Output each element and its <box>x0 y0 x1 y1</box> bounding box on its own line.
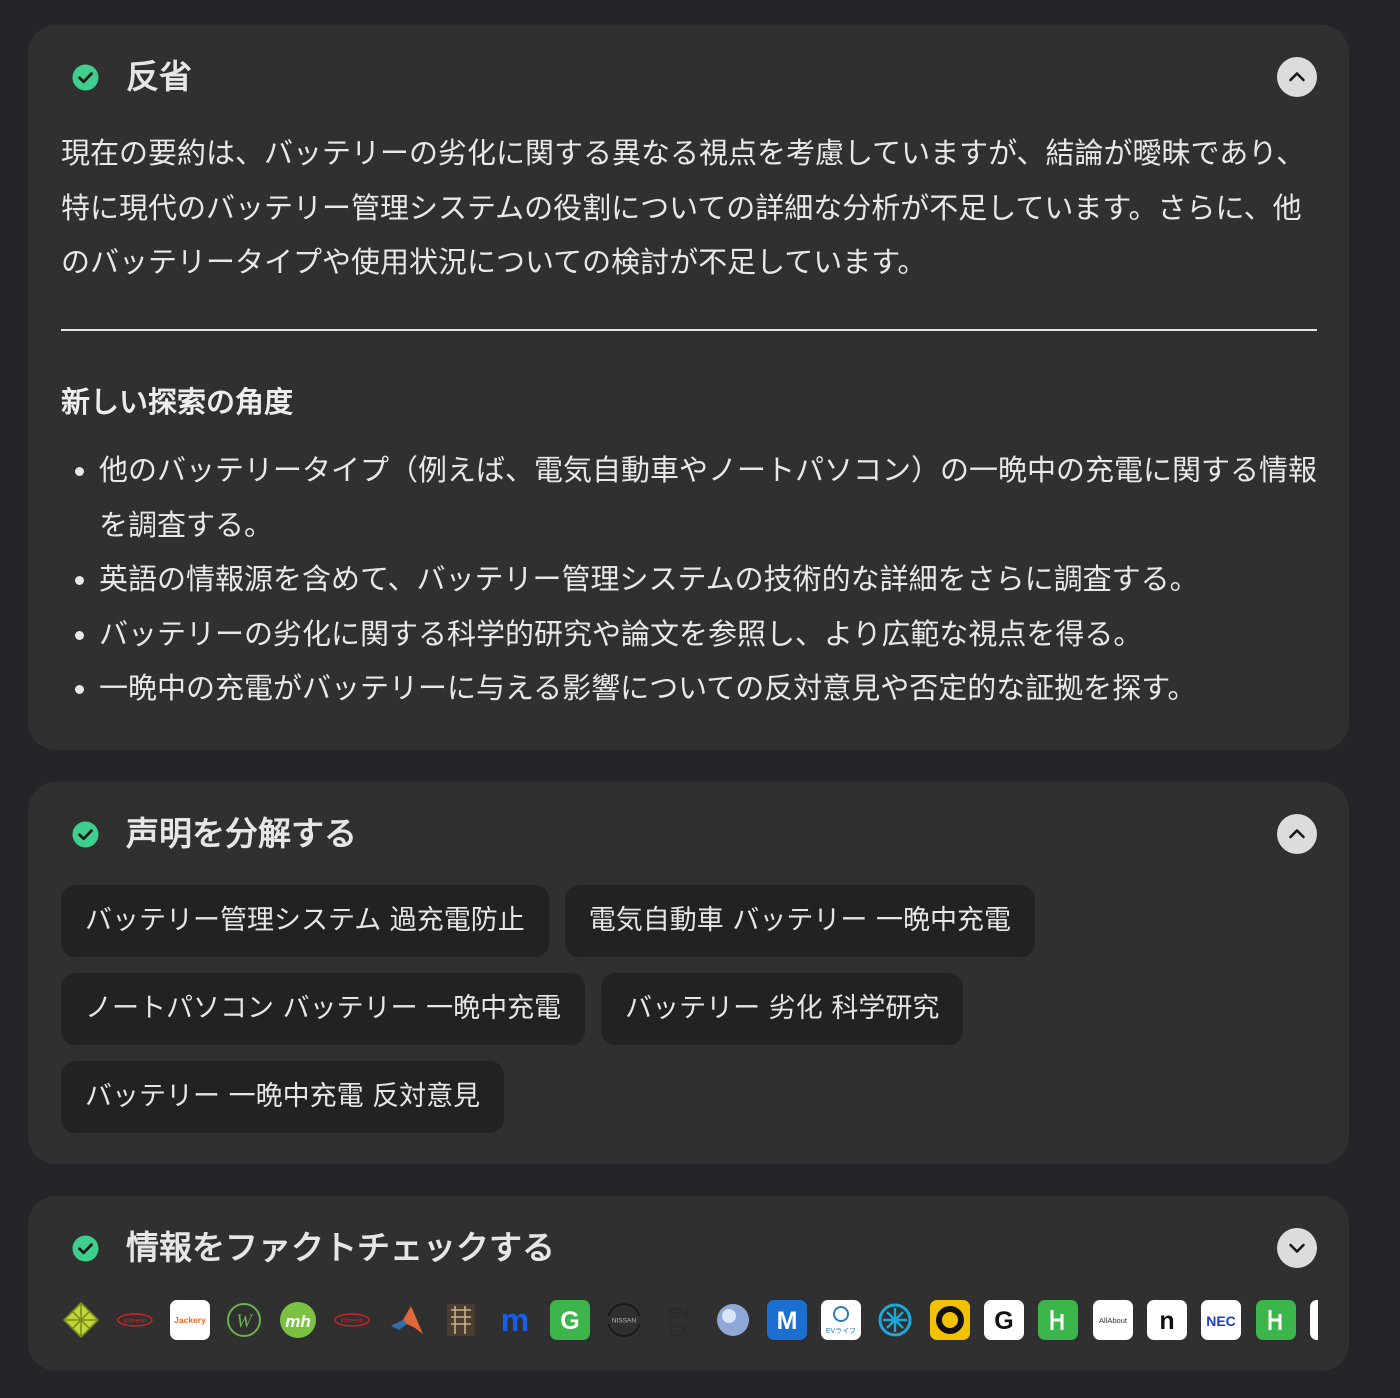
svg-text:n: n <box>1159 1307 1174 1335</box>
m-square-logo-icon[interactable]: M <box>766 1300 807 1340</box>
nissan-logo-icon[interactable]: NISSAN <box>604 1300 644 1340</box>
infineon-logo-icon[interactable]: infineon <box>332 1300 372 1340</box>
decompose-title: 声明を分解する <box>126 814 357 853</box>
list-item: 英語の情報源を含めて、バッテリー管理システムの技術的な詳細をさらに調査する。 <box>61 552 1323 607</box>
list-item: バッテリーの劣化に関する科学的研究や論文を参照し、より広範な視点を得る。 <box>61 607 1323 662</box>
query-chip[interactable]: バッテリー管理システム 過充電防止 <box>61 885 549 957</box>
infineon-logo-icon[interactable]: infineon <box>115 1300 155 1340</box>
svg-text:NISSAN: NISSAN <box>612 1318 637 1325</box>
svg-text:EX: EX <box>668 1323 688 1340</box>
decompose-header[interactable]: 声明を分解する <box>28 782 1349 886</box>
list-item: 他のバッテリータイプ（例えば、電気自動車やノートパソコン）の一晩中の充電に関する… <box>61 443 1323 552</box>
factcheck-card: 情報をファクトチェックする infineon Jackery Wmh infineon… <box>28 1196 1349 1371</box>
h-green-logo-icon[interactable] <box>1038 1300 1079 1340</box>
check-circle-icon <box>72 64 99 91</box>
check-circle-icon <box>72 1235 99 1262</box>
collapse-toggle-button[interactable] <box>1277 57 1317 97</box>
svg-text:infineon: infineon <box>341 1318 364 1325</box>
partial-logo-icon[interactable] <box>1309 1300 1318 1340</box>
svg-text:G: G <box>994 1307 1013 1335</box>
expand-toggle-button[interactable] <box>1277 1228 1317 1268</box>
source-favicon-list: infineon Jackery Wmh infineon m G NISSAN EN EX M E… <box>61 1298 1318 1342</box>
query-chip-list: バッテリー管理システム 過充電防止 電気自動車 バッテリー 一晩中充電 ノートパ… <box>61 885 1321 1133</box>
query-chip[interactable]: 電気自動車 バッテリー 一晩中充電 <box>564 885 1035 957</box>
h-green-logo-icon[interactable] <box>1255 1300 1296 1340</box>
allabout-logo-icon[interactable]: AllAbout <box>1092 1300 1133 1340</box>
g-green-logo-icon[interactable]: G <box>549 1300 590 1340</box>
svg-text:Jackery: Jackery <box>174 1315 206 1325</box>
g-white-logo-icon[interactable]: G <box>984 1300 1025 1340</box>
mh-green-logo-icon[interactable]: mh <box>278 1300 318 1340</box>
jackery-logo-icon[interactable]: Jackery <box>169 1300 210 1340</box>
svg-text:W: W <box>236 1311 254 1332</box>
chevron-down-icon <box>1289 1243 1305 1253</box>
list-item: 一晩中の充電がバッテリーに与える影響についての反対意見や否定的な証拠を探す。 <box>61 661 1323 716</box>
svg-text:EN: EN <box>668 1305 689 1322</box>
divider <box>61 329 1317 331</box>
svg-text:EVライフ: EVライフ <box>826 1327 856 1335</box>
ring-yellow-logo-icon[interactable] <box>929 1300 970 1340</box>
check-circle-icon <box>72 821 99 848</box>
svg-text:G: G <box>560 1307 579 1335</box>
globe-logo-icon[interactable] <box>713 1300 753 1340</box>
n-white-logo-icon[interactable]: n <box>1146 1300 1187 1340</box>
collapse-toggle-button[interactable] <box>1277 814 1317 854</box>
new-angles-heading: 新しい探索の角度 <box>61 385 294 419</box>
chevron-up-icon <box>1289 72 1305 82</box>
spark-logo-icon[interactable] <box>875 1300 915 1340</box>
svg-text:NEC: NEC <box>1206 1313 1236 1329</box>
reflection-summary: 現在の要約は、バッテリーの劣化に関する異なる視点を考慮していますが、結論が曖昧で… <box>61 136 1306 279</box>
factcheck-title: 情報をファクトチェックする <box>126 1228 555 1267</box>
diamond-grid-logo-icon[interactable] <box>61 1300 101 1340</box>
svg-text:m: m <box>501 1302 529 1338</box>
reflection-title: 反省 <box>126 57 192 96</box>
m-blue-logo-icon[interactable]: m <box>495 1300 535 1340</box>
ev-life-logo-icon[interactable]: EVライフ <box>821 1300 862 1340</box>
svg-text:infineon: infineon <box>124 1318 147 1325</box>
query-chip[interactable]: ノートパソコン バッテリー 一晩中充電 <box>61 973 586 1045</box>
svg-text:M: M <box>776 1307 797 1335</box>
reflection-header[interactable]: 反省 <box>28 25 1349 129</box>
matlab-logo-icon[interactable] <box>387 1300 427 1340</box>
svg-text:AllAbout: AllAbout <box>1099 1316 1128 1325</box>
chevron-up-icon <box>1289 829 1305 839</box>
w-circle-logo-icon[interactable]: W <box>224 1300 264 1340</box>
kanji-logo-icon[interactable] <box>441 1300 481 1340</box>
reflection-card: 反省 現在の要約は、バッテリーの劣化に関する異なる視点を考慮していますが、結論が… <box>28 25 1349 750</box>
svg-text:mh: mh <box>285 1312 311 1331</box>
query-chip[interactable]: バッテリー 一晩中充電 反対意見 <box>61 1061 505 1133</box>
factcheck-header[interactable]: 情報をファクトチェックする <box>28 1196 1349 1300</box>
new-angles-list: 他のバッテリータイプ（例えば、電気自動車やノートパソコン）の一晩中の充電に関する… <box>61 443 1323 716</box>
query-chip[interactable]: バッテリー 劣化 科学研究 <box>601 973 964 1045</box>
decompose-card: 声明を分解する バッテリー管理システム 過充電防止 電気自動車 バッテリー 一晩… <box>28 782 1349 1164</box>
nec-logo-icon[interactable]: NEC <box>1201 1300 1242 1340</box>
enex-logo-icon[interactable]: EN EX <box>658 1300 698 1340</box>
